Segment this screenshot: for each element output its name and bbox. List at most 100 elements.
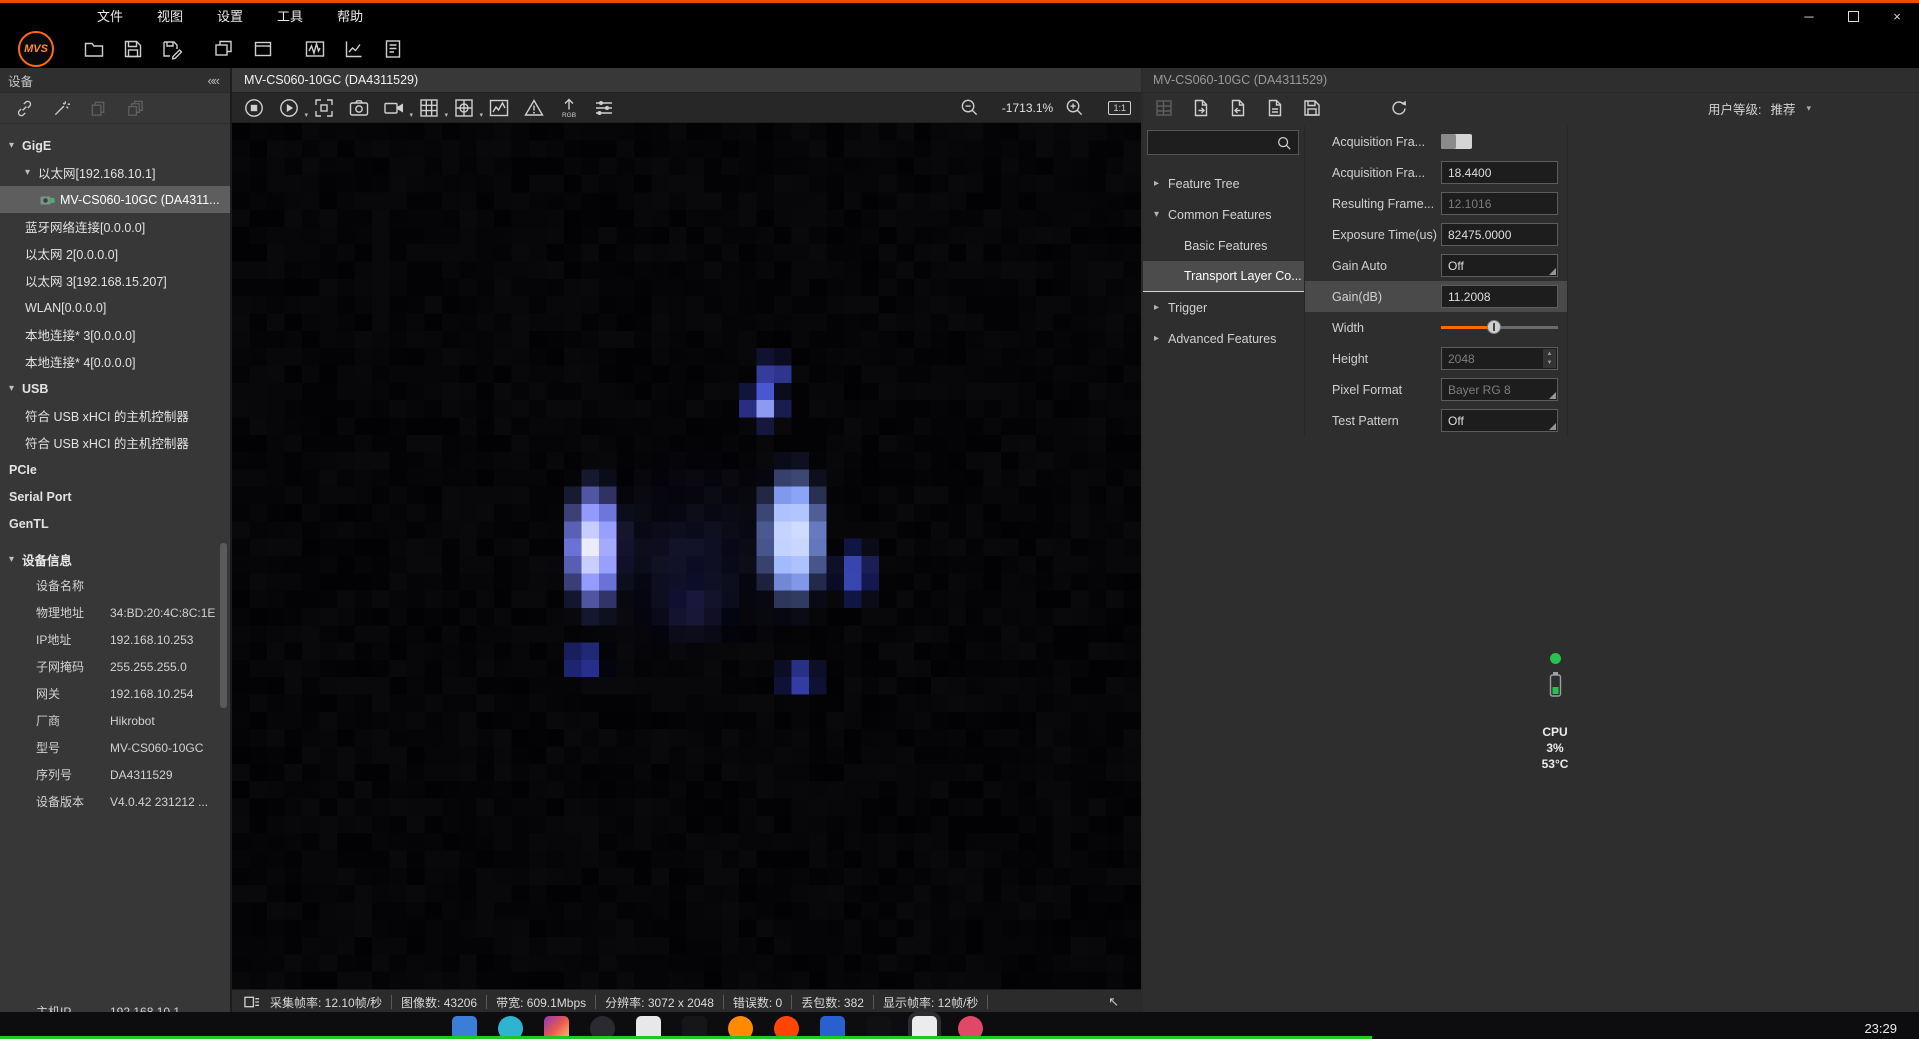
camera-image-view[interactable] [232,123,1141,989]
feature-tree-item[interactable]: Transport Layer Co... [1143,261,1304,292]
log-list-icon[interactable] [381,37,405,61]
device-info-row: 序列号DA4311529 [0,761,230,788]
zoom-out-icon[interactable] [957,96,981,120]
taskbar-clock[interactable]: 23:29 [1864,1021,1897,1036]
camera-frame[interactable] [232,123,1141,989]
menu-item[interactable]: 工具 [260,3,320,30]
feature-tree-item[interactable]: ▸Feature Tree [1143,168,1304,199]
close-icon[interactable]: × [1875,3,1919,30]
menu-item[interactable]: 文件 [80,3,140,30]
snapshot-icon[interactable] [347,96,371,120]
feature-tree-item[interactable]: ▸Trigger [1143,292,1304,323]
parameters-icon[interactable] [592,96,616,120]
minimize-icon[interactable]: ─ [1787,3,1831,30]
collapse-panel-icon[interactable]: «« [208,73,222,88]
device-tree-item[interactable]: WLAN[0.0.0.0] [0,294,230,321]
chevron-down-icon[interactable]: ▾ [9,383,22,394]
device-tree-item[interactable]: 本地连接* 3[0.0.0.0] [0,321,230,348]
cross-line-icon[interactable]: ▾ [452,96,476,120]
device-tree-item[interactable]: 符合 USB xHCI 的主机控制器 [0,429,230,456]
device-info-header[interactable]: ▾ 设备信息 [0,546,230,572]
start-grab-icon[interactable]: ▾ [277,96,301,120]
feature-tree-item[interactable]: ▸Advanced Features [1143,323,1304,354]
device-tree-item[interactable]: 蓝牙网络连接[0.0.0.0] [0,213,230,240]
scrollbar-thumb[interactable] [220,543,227,708]
menu-item[interactable]: 帮助 [320,3,380,30]
toggle-switch[interactable] [1441,134,1472,149]
feature-tree-item[interactable]: ▾Common Features [1143,199,1304,230]
alarm-icon[interactable] [522,96,546,120]
chevron-right-icon[interactable]: ▸ [1154,333,1168,344]
maximize-icon[interactable] [1831,3,1875,30]
device-tree-item[interactable]: 以太网 3[192.168.15.207] [0,267,230,294]
save-icon[interactable] [121,37,145,61]
device-tree-item[interactable]: Serial Port [0,483,230,510]
menu-item[interactable]: 视图 [140,3,200,30]
white-balance-icon[interactable]: RGB [557,96,581,120]
copy-all-icon[interactable] [123,96,147,120]
dropdown-arrow-icon[interactable]: ▾ [444,111,448,119]
spin-up-icon[interactable]: ▲ [1543,349,1556,359]
feature-tree-item[interactable]: Basic Features [1143,230,1304,261]
record-icon[interactable]: ▾ [382,96,406,120]
device-tree-item[interactable]: MV-CS060-10GC (DA4311... [0,186,230,213]
property-value-dropdown[interactable]: Off [1441,254,1558,277]
property-value-input[interactable]: 11.2008 [1441,285,1558,308]
device-tree-item[interactable]: ▾GigE [0,132,230,159]
fit-window-icon[interactable] [312,96,336,120]
open-folder-icon[interactable] [82,37,106,61]
connect-icon[interactable] [12,96,36,120]
chevron-down-icon[interactable]: ▾ [9,140,22,151]
device-tree-item[interactable]: PCIe [0,456,230,483]
property-value-spinner[interactable]: 2048▲▼ [1441,347,1558,370]
copy-icon[interactable] [86,96,110,120]
property-value-input[interactable]: 18.4400 [1441,161,1558,184]
menu-item[interactable]: 设置 [200,3,260,30]
viewer-tab[interactable]: MV-CS060-10GC (DA4311529) [244,73,418,87]
slider-knob[interactable] [1487,320,1501,334]
device-tree-label: 蓝牙网络连接[0.0.0.0] [25,217,145,236]
user-level-value[interactable]: 推荐 [1770,99,1795,118]
waveform-icon[interactable] [303,37,327,61]
chevron-right-icon[interactable]: ▸ [1154,302,1168,313]
cascade-windows-icon[interactable] [212,37,236,61]
chevron-down-icon[interactable]: ▾ [9,554,22,565]
chevron-down-icon[interactable]: ▾ [25,167,38,178]
spin-down-icon[interactable]: ▼ [1543,359,1556,369]
value-slider[interactable] [1441,316,1558,339]
feature-search-input[interactable] [1147,130,1299,155]
user-level-control[interactable]: 用户等级: 推荐 ▾ [1708,99,1811,118]
device-tree-item[interactable]: ▾以太网[192.168.10.1] [0,159,230,186]
popup-corner-icon[interactable]: ↖ [1108,994,1119,1010]
dropdown-arrow-icon[interactable]: ▾ [479,111,483,119]
import-features-icon[interactable] [1226,96,1250,120]
zoom-reset-icon[interactable]: 1:1 [1108,101,1131,115]
chevron-down-icon[interactable]: ▾ [1154,209,1168,220]
document-icon[interactable] [1263,96,1287,120]
chart-edit-icon[interactable] [342,37,366,61]
enumerate-devices-icon[interactable] [49,96,73,120]
property-value-input[interactable]: 82475.0000 [1441,223,1558,246]
device-tree-item[interactable]: 符合 USB xHCI 的主机控制器 [0,402,230,429]
grid-icon[interactable]: ▾ [417,96,441,120]
dropdown-arrow-icon[interactable]: ▾ [409,111,413,119]
device-tree-item[interactable]: 本地连接* 4[0.0.0.0] [0,348,230,375]
zoom-in-icon[interactable] [1062,96,1086,120]
device-tree-item[interactable]: 以太网 2[0.0.0.0] [0,240,230,267]
property-value-dropdown[interactable]: Bayer RG 8 [1441,378,1558,401]
device-tree-item[interactable]: GenTL [0,510,230,537]
single-window-icon[interactable] [251,37,275,61]
spinner-buttons[interactable]: ▲▼ [1543,349,1556,368]
dropdown-arrow-icon[interactable]: ▾ [304,111,308,119]
device-tree-item[interactable]: ▾USB [0,375,230,402]
export-features-icon[interactable] [1189,96,1213,120]
refresh-icon[interactable] [1387,96,1411,120]
property-value-dropdown[interactable]: Off [1441,409,1558,432]
chevron-right-icon[interactable]: ▸ [1154,178,1168,189]
stop-grab-icon[interactable] [242,96,266,120]
feature-grid-icon[interactable] [1152,96,1176,120]
property-value-input[interactable]: 12.1016 [1441,192,1558,215]
histogram-icon[interactable] [487,96,511,120]
save-as-icon[interactable] [160,37,184,61]
save-features-icon[interactable] [1300,96,1324,120]
